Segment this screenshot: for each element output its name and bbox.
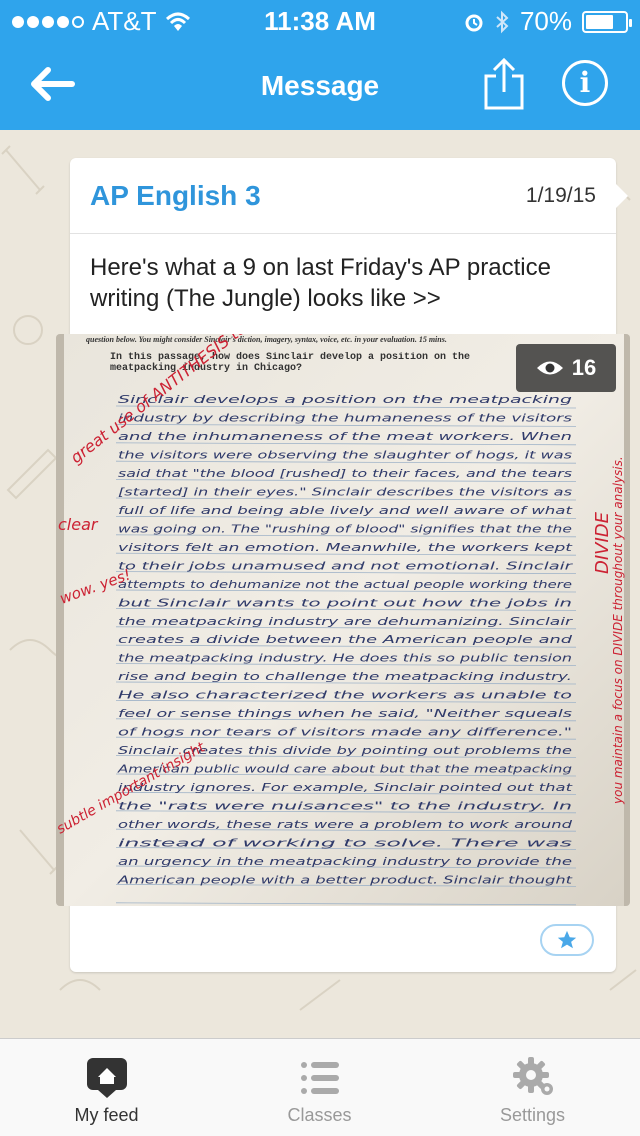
battery-icon: [582, 10, 632, 33]
list-icon: [301, 1062, 339, 1094]
handwriting-line: other words, these rats were a problem t…: [118, 818, 573, 831]
prompt-header: question below. You might consider Sincl…: [86, 335, 447, 344]
tab-classes[interactable]: Classes: [213, 1039, 426, 1136]
handwriting-lines: Sinclair develops a position on the meat…: [117, 393, 575, 886]
battery-percent: 70%: [519, 6, 572, 36]
info-icon[interactable]: i: [562, 60, 608, 106]
message-date: 1/19/15: [525, 184, 596, 207]
nav-bar: Message i: [0, 40, 640, 130]
card-footer: [70, 906, 616, 972]
share-icon[interactable]: [482, 58, 526, 110]
handwriting-line: attempts to dehumanize not the actual pe…: [118, 578, 572, 591]
status-right: 70%: [464, 6, 632, 37]
handwriting-line: rise and begin to challenge the meatpack…: [118, 670, 572, 683]
handwriting-line: full of life and being able lively and w…: [118, 504, 573, 517]
tab-bar: My feed Classes Settings: [0, 1038, 640, 1136]
message-card[interactable]: AP English 3 1/19/15 Here's what a 9 on …: [56, 158, 630, 972]
handwriting-line: but Sinclair wants to point out how the …: [118, 596, 572, 609]
handwriting-line: feel or sense things when he said, "Neit…: [118, 707, 572, 720]
essay-photo: question below. You might consider Sincl…: [56, 334, 630, 906]
handwriting-line: and the inhumaneness of the meat workers…: [118, 430, 572, 443]
attached-photo[interactable]: question below. You might consider Sincl…: [56, 334, 630, 906]
battery-fill: [586, 14, 613, 29]
page-title: Message: [260, 70, 380, 101]
gear-icon: [513, 1057, 553, 1095]
handwriting-line: [started] in their eyes." Sinclair descr…: [118, 485, 572, 498]
annotation-divide: DIVIDE: [592, 511, 613, 574]
handwriting-line: to their jobs unamused and not emotional…: [118, 559, 574, 572]
view-count: 16: [571, 355, 597, 380]
status-bar: AT&T 11:38 AM 70%: [0, 0, 640, 40]
handwriting-line: instead of working to solve. There was: [118, 837, 573, 850]
handwriting-line: He also characterized the workers as una…: [118, 689, 572, 702]
annotation-clear: clear: [58, 515, 99, 534]
handwriting-line: an urgency in the meatpacking industry t…: [118, 855, 572, 868]
star-icon: [557, 930, 577, 949]
bluetooth-icon: [496, 10, 509, 33]
group-name[interactable]: AP English 3: [90, 180, 261, 212]
eye-icon: [536, 361, 563, 375]
tab-settings[interactable]: Settings: [426, 1039, 639, 1136]
star-button[interactable]: [540, 924, 594, 956]
handwriting-line: the visitors were observing the slaughte…: [118, 448, 572, 461]
tab-label: My feed: [74, 1105, 139, 1125]
home-icon: [87, 1058, 127, 1098]
handwriting-line: visitors felt an emotion. Meanwhile, the…: [118, 541, 573, 554]
message-text: Here's what a 9 on last Friday's AP prac…: [90, 254, 551, 312]
handwriting-line: said that "the blood [rushed] to their f…: [118, 467, 572, 480]
handwriting-line: American people with a better product. S…: [117, 873, 573, 886]
handwriting-line: industry ignores. For example, Sinclair …: [118, 781, 573, 794]
top-bar: AT&T 11:38 AM 70% Message i: [0, 0, 640, 130]
card-header: AP English 3 1/19/15: [70, 158, 616, 234]
handwriting-line: the meatpacking industry are dehumanizin…: [118, 615, 574, 628]
tab-label: Classes: [287, 1105, 352, 1125]
tab-label: Settings: [499, 1105, 566, 1125]
handwriting-line: was going on. The "rushing of blood" sig…: [118, 522, 572, 535]
annotation-focus: you maintain a focus on DIVIDE throughou…: [611, 456, 625, 805]
tab-my-feed[interactable]: My feed: [0, 1039, 213, 1136]
handwriting-line: the "rats were nuisances" to the industr…: [118, 800, 572, 813]
handwriting-line: the meatpacking industry. He does this s…: [118, 652, 572, 665]
alarm-icon: [465, 14, 483, 31]
handwriting-line: Sinclair develops a position on the meat…: [118, 393, 572, 406]
handwriting-line: of hogs nor tears of visitors made any d…: [118, 726, 572, 739]
handwriting-line: industry by describing the humaneness of…: [118, 411, 572, 424]
view-count-badge: 16: [516, 344, 616, 392]
handwriting-line: creates a divide between the American pe…: [118, 633, 574, 646]
